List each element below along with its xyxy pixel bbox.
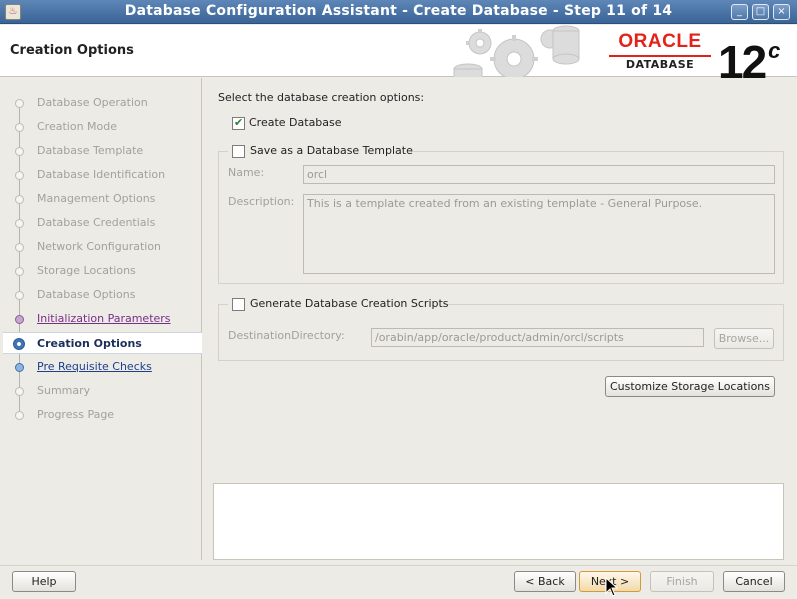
create-database-label[interactable]: Create Database	[249, 116, 342, 129]
destination-directory-label: DestinationDirectory:	[228, 329, 345, 342]
step-database-operation: Database Operation	[3, 92, 202, 114]
template-description-field[interactable]: This is a template created from an exist…	[303, 194, 775, 274]
step-dot-icon	[15, 195, 24, 204]
message-area	[213, 483, 784, 560]
oracle-wordmark: ORACLE	[618, 31, 702, 52]
create-database-checkbox[interactable]	[232, 116, 245, 130]
finish-button[interactable]: Finish	[650, 571, 714, 592]
step-dot-icon	[15, 387, 24, 396]
step-dot-icon	[15, 123, 24, 132]
step-initialization-parameters[interactable]: Initialization Parameters	[3, 308, 202, 330]
step-dot-icon	[15, 219, 24, 228]
step-label: Summary	[37, 384, 91, 397]
step-label: Database Credentials	[37, 216, 156, 229]
step-storage-locations: Storage Locations	[3, 260, 202, 282]
generate-scripts-label[interactable]: Generate Database Creation Scripts	[250, 297, 449, 310]
step-label: Creation Mode	[37, 120, 118, 133]
back-button[interactable]: < Back	[514, 571, 576, 592]
logo-rule	[609, 55, 711, 57]
step-dot-icon	[15, 267, 24, 276]
step-network-configuration: Network Configuration	[3, 236, 202, 258]
template-name-label: Name:	[228, 166, 265, 179]
step-creation-options: Creation Options	[3, 332, 202, 354]
intro-text: Select the database creation options:	[218, 91, 425, 104]
destination-directory-field[interactable]: /orabin/app/oracle/product/admin/orcl/sc…	[371, 328, 704, 347]
step-database-identification: Database Identification	[3, 164, 202, 186]
step-dot-icon	[15, 315, 24, 324]
cancel-button[interactable]: Cancel	[723, 571, 785, 592]
version-suffix: c	[768, 38, 781, 63]
maximize-icon[interactable]: □	[752, 4, 769, 20]
browse-button[interactable]: Browse...	[714, 328, 774, 349]
step-progress-page: Progress Page	[3, 404, 202, 426]
mouse-pointer-icon	[605, 577, 619, 597]
step-label: Progress Page	[37, 408, 115, 421]
save-template-checkbox[interactable]	[232, 145, 245, 158]
customize-storage-locations-button[interactable]: Customize Storage Locations	[605, 376, 775, 397]
step-label: Management Options	[37, 192, 156, 205]
step-dot-icon	[15, 147, 24, 156]
save-template-label[interactable]: Save as a Database Template	[250, 144, 413, 157]
step-dot-icon	[15, 99, 24, 108]
wizard-steps-sidebar: Database Operation Creation Mode Databas…	[3, 78, 202, 560]
step-dot-icon	[15, 171, 24, 180]
step-label[interactable]: Pre Requisite Checks	[37, 360, 152, 373]
wizard-header: Creation Options ORACLE DATABASE 12 c	[0, 25, 797, 86]
oracle-logo: ORACLE DATABASE	[607, 31, 713, 73]
generate-scripts-checkbox[interactable]	[232, 298, 245, 311]
step-database-template: Database Template	[3, 140, 202, 162]
step-database-credentials: Database Credentials	[3, 212, 202, 234]
template-name-field[interactable]: orcl	[303, 165, 775, 184]
step-label: Creation Options	[37, 337, 142, 350]
step-dot-icon	[15, 243, 24, 252]
step-dot-icon	[15, 411, 24, 420]
close-icon[interactable]: ×	[773, 4, 790, 20]
minimize-icon[interactable]: _	[731, 4, 748, 20]
step-label: Database Template	[37, 144, 144, 157]
window-titlebar: ♨ Database Configuration Assistant - Cre…	[0, 0, 797, 24]
step-summary: Summary	[3, 380, 202, 402]
footer-divider	[0, 565, 797, 566]
step-label[interactable]: Initialization Parameters	[37, 312, 171, 325]
help-button[interactable]: Help	[12, 571, 76, 592]
window-title: Database Configuration Assistant - Creat…	[124, 3, 673, 19]
step-label: Database Options	[37, 288, 136, 301]
template-description-label: Description:	[228, 195, 295, 208]
step-label: Storage Locations	[37, 264, 136, 277]
step-dot-icon	[15, 291, 24, 300]
gears-banner-icon	[453, 25, 580, 77]
step-creation-mode: Creation Mode	[3, 116, 202, 138]
step-label: Database Operation	[37, 96, 148, 109]
version-number: 12	[718, 36, 767, 88]
step-database-options: Database Options	[3, 284, 202, 306]
step-dot-icon	[15, 363, 24, 372]
step-label: Database Identification	[37, 168, 166, 181]
step-pre-requisite-checks[interactable]: Pre Requisite Checks	[3, 356, 202, 378]
step-management-options: Management Options	[3, 188, 202, 210]
version-logo: 12 c	[718, 27, 780, 86]
current-step-icon	[13, 338, 25, 350]
step-label: Network Configuration	[37, 240, 162, 253]
oracle-database-label: DATABASE	[625, 58, 695, 71]
page-title: Creation Options	[10, 43, 134, 58]
